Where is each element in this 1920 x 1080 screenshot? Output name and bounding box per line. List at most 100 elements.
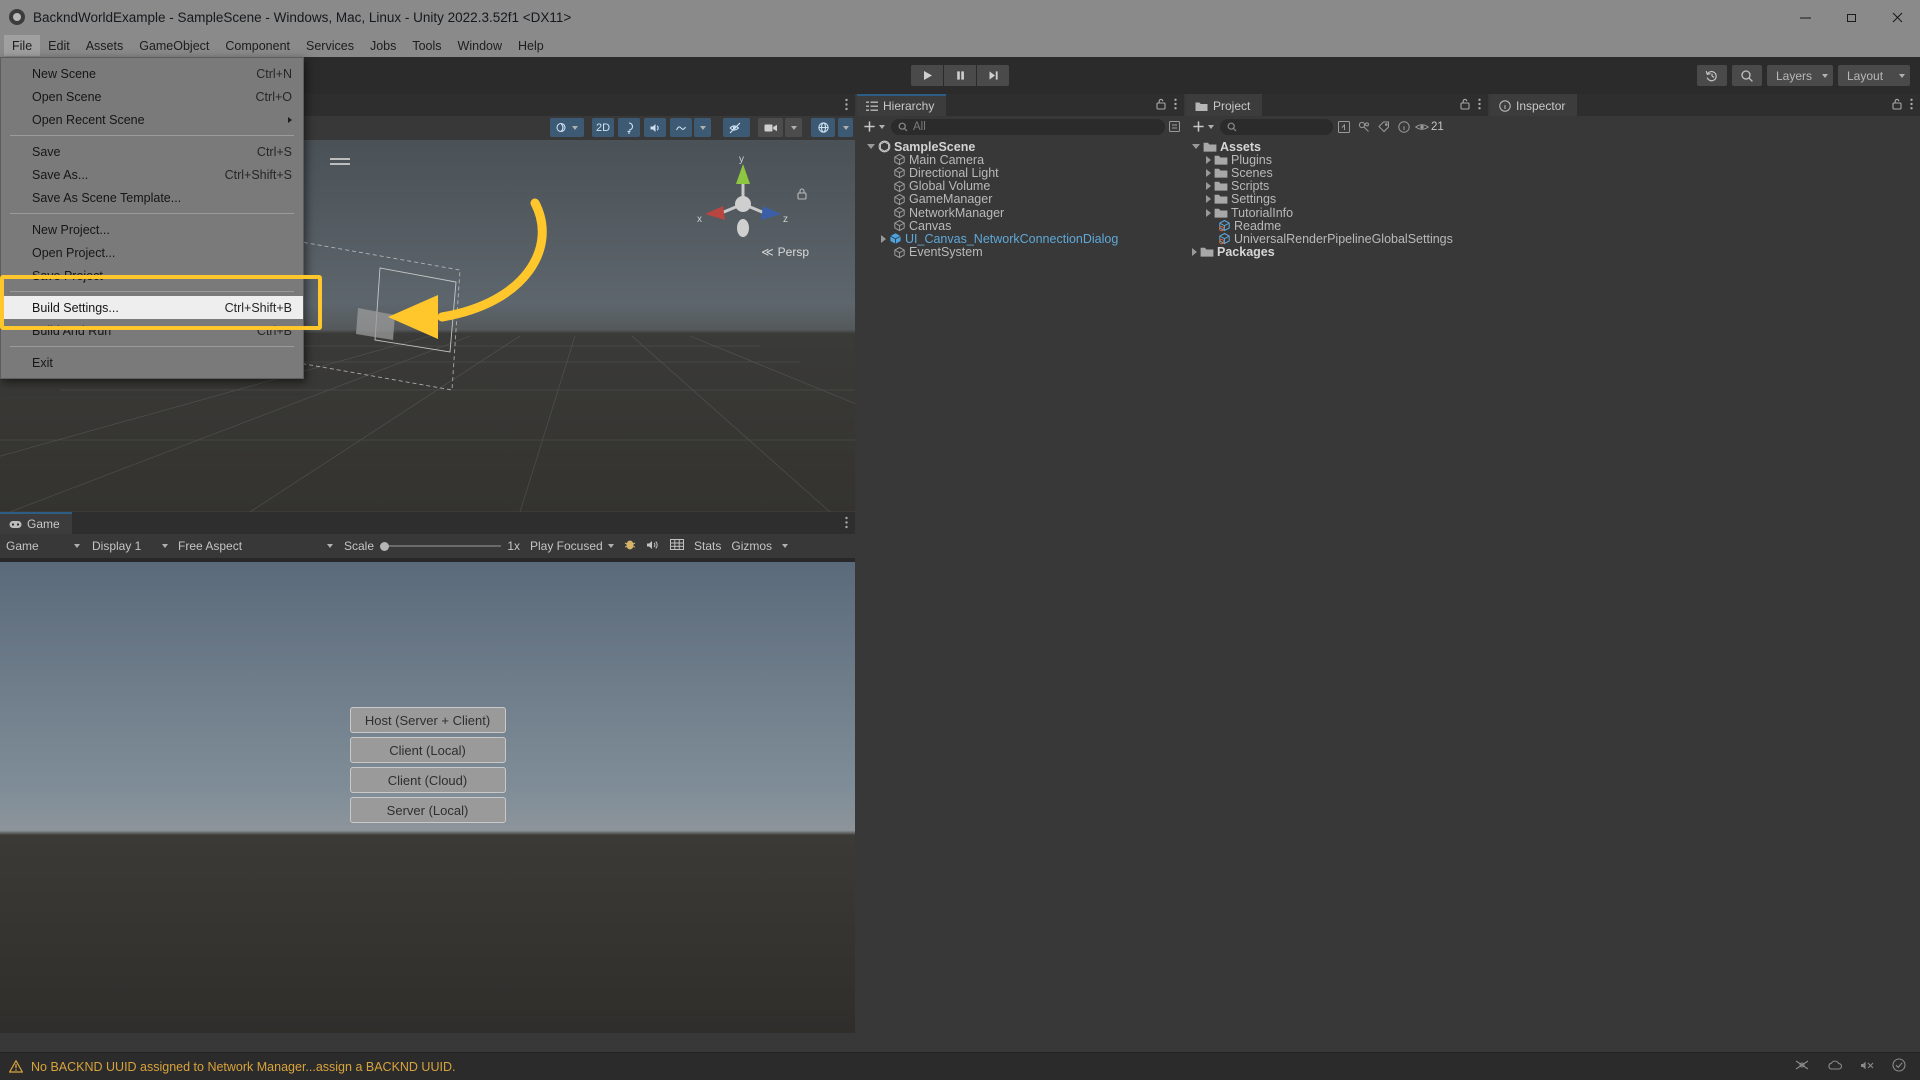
menu-item-open-project[interactable]: Open Project... [1, 241, 303, 264]
project-item[interactable]: Assets [1186, 140, 1488, 154]
menu-item-build-and-run[interactable]: Build And Run Ctrl+B [1, 319, 303, 342]
kebab-menu-icon[interactable] [1174, 98, 1177, 113]
chevron-right-icon[interactable] [1206, 195, 1211, 204]
lock-icon[interactable] [1156, 98, 1166, 113]
effects-icon[interactable] [670, 118, 692, 137]
hierarchy-item[interactable]: Directional Light [857, 166, 1184, 180]
gizmos-icon[interactable] [811, 118, 835, 137]
kebab-menu-icon[interactable] [845, 98, 848, 114]
chevron-right-icon[interactable] [1206, 182, 1211, 191]
network-button-client-local[interactable]: Client (Local) [349, 737, 506, 763]
menu-component[interactable]: Component [217, 35, 298, 56]
stats-label[interactable]: Stats [694, 539, 721, 553]
hierarchy-search-input[interactable]: All [891, 118, 1165, 135]
undo-history-icon[interactable] [1697, 65, 1727, 86]
status-bar[interactable]: No BACKND UUID assigned to Network Manag… [0, 1052, 1920, 1080]
hierarchy-tree[interactable]: SampleScene Main Camera Directional Light G… [857, 137, 1184, 259]
hierarchy-filter-icon[interactable] [1167, 121, 1181, 132]
effects-dropdown[interactable] [694, 118, 711, 137]
menu-jobs[interactable]: Jobs [362, 35, 404, 56]
step-button[interactable] [977, 65, 1009, 86]
project-tree[interactable]: Assets Plugins Scenes Scripts Settings Tutori… [1186, 137, 1488, 259]
minimize-icon[interactable] [1782, 0, 1828, 34]
tab-game[interactable]: Game [0, 512, 72, 534]
hierarchy-item[interactable]: UI_Canvas_NetworkConnectionDialog [857, 232, 1184, 246]
pause-button[interactable] [944, 65, 976, 86]
menu-window[interactable]: Window [450, 35, 510, 56]
menu-item-save-as[interactable]: Save As... Ctrl+Shift+S [1, 163, 303, 186]
menu-item-save-as-scene-template[interactable]: Save As Scene Template... [1, 186, 303, 209]
collab-icon[interactable] [1794, 1058, 1810, 1075]
info-filter-icon[interactable] [1395, 120, 1413, 133]
hierarchy-item[interactable]: GameManager [857, 192, 1184, 206]
kebab-menu-icon[interactable] [845, 516, 848, 532]
project-item[interactable]: Plugins [1186, 153, 1488, 167]
maximize-icon[interactable] [1828, 0, 1874, 34]
lock-icon[interactable] [1892, 98, 1902, 113]
menu-item-save-project[interactable]: Save Project [1, 264, 303, 287]
hierarchy-item[interactable]: Main Camera [857, 153, 1184, 167]
tab-hierarchy[interactable]: Hierarchy [857, 94, 947, 116]
menu-item-new-scene[interactable]: New Scene Ctrl+N [1, 62, 303, 85]
menu-tools[interactable]: Tools [404, 35, 449, 56]
hierarchy-item[interactable]: NetworkManager [857, 206, 1184, 220]
debug-icon[interactable] [624, 538, 636, 554]
menu-item-open-scene[interactable]: Open Scene Ctrl+O [1, 85, 303, 108]
hierarchy-item[interactable]: SampleScene [857, 140, 1184, 154]
audio-icon[interactable] [644, 118, 666, 137]
chevron-down-icon[interactable] [867, 144, 875, 150]
project-item[interactable]: Scripts [1186, 179, 1488, 193]
lock-icon[interactable] [797, 188, 807, 203]
mute-audio-icon[interactable] [646, 539, 660, 554]
grid-icon[interactable] [670, 539, 684, 553]
lock-icon[interactable] [1460, 98, 1470, 113]
asset-filter-icon[interactable] [1355, 121, 1373, 133]
search-icon[interactable] [1732, 65, 1762, 86]
close-icon[interactable] [1874, 0, 1920, 34]
menu-services[interactable]: Services [298, 35, 362, 56]
scene-camera-dropdown[interactable] [785, 118, 802, 137]
game-viewport[interactable]: Host (Server + Client) Client (Local) Clie… [0, 562, 855, 1033]
menu-file[interactable]: File [4, 35, 41, 56]
project-item[interactable]: Scenes [1186, 166, 1488, 180]
save-search-icon[interactable] [1335, 120, 1353, 133]
play-button[interactable] [911, 65, 943, 86]
hidden-objects-icon[interactable] [723, 118, 750, 137]
kebab-menu-icon[interactable] [1478, 98, 1481, 113]
tab-project[interactable]: Project [1186, 94, 1263, 116]
add-gameobject-button[interactable] [860, 120, 889, 133]
hierarchy-item[interactable]: EventSystem [857, 245, 1184, 259]
mute-icon[interactable] [1860, 1059, 1875, 1075]
menu-edit[interactable]: Edit [40, 35, 78, 56]
menu-item-open-recent-scene[interactable]: Open Recent Scene [1, 108, 303, 131]
cloud-icon[interactable] [1827, 1059, 1843, 1075]
game-view-selector[interactable]: Game [0, 539, 86, 553]
menu-item-save[interactable]: Save Ctrl+S [1, 140, 303, 163]
menu-item-new-project[interactable]: New Project... [1, 218, 303, 241]
project-item[interactable]: UniversalRenderPipelineGlobalSettings [1186, 232, 1488, 246]
play-mode-dropdown[interactable]: Play Focused [520, 539, 618, 553]
chevron-right-icon[interactable] [881, 234, 886, 243]
gizmos-label[interactable]: Gizmos [731, 539, 772, 553]
scale-slider-handle[interactable] [380, 541, 390, 551]
add-asset-button[interactable] [1189, 120, 1218, 133]
menu-help[interactable]: Help [510, 35, 552, 56]
hierarchy-item[interactable]: Canvas [857, 219, 1184, 233]
project-search-input[interactable] [1220, 118, 1333, 135]
menu-item-exit[interactable]: Exit [1, 351, 303, 374]
shading-mode-dropdown[interactable] [550, 118, 584, 137]
gizmos-dropdown-icon[interactable] [782, 544, 789, 548]
chevron-right-icon[interactable] [1206, 208, 1211, 217]
tab-inspector[interactable]: Inspector [1490, 94, 1578, 116]
project-item[interactable]: Readme [1186, 219, 1488, 233]
network-button-host-server-client[interactable]: Host (Server + Client) [349, 707, 506, 733]
aspect-ratio-dropdown[interactable]: Free Aspect [174, 539, 340, 553]
project-item[interactable]: Packages [1186, 245, 1488, 259]
chevron-right-icon[interactable] [1192, 248, 1197, 257]
hierarchy-item[interactable]: Global Volume [857, 179, 1184, 193]
lighting-icon[interactable] [618, 118, 640, 137]
network-button-client-cloud[interactable]: Client (Cloud) [349, 767, 506, 793]
project-item[interactable]: TutorialInfo [1186, 206, 1488, 220]
menu-item-build-settings[interactable]: Build Settings... Ctrl+Shift+B [1, 296, 303, 319]
layout-dropdown[interactable]: Layout [1838, 65, 1910, 86]
